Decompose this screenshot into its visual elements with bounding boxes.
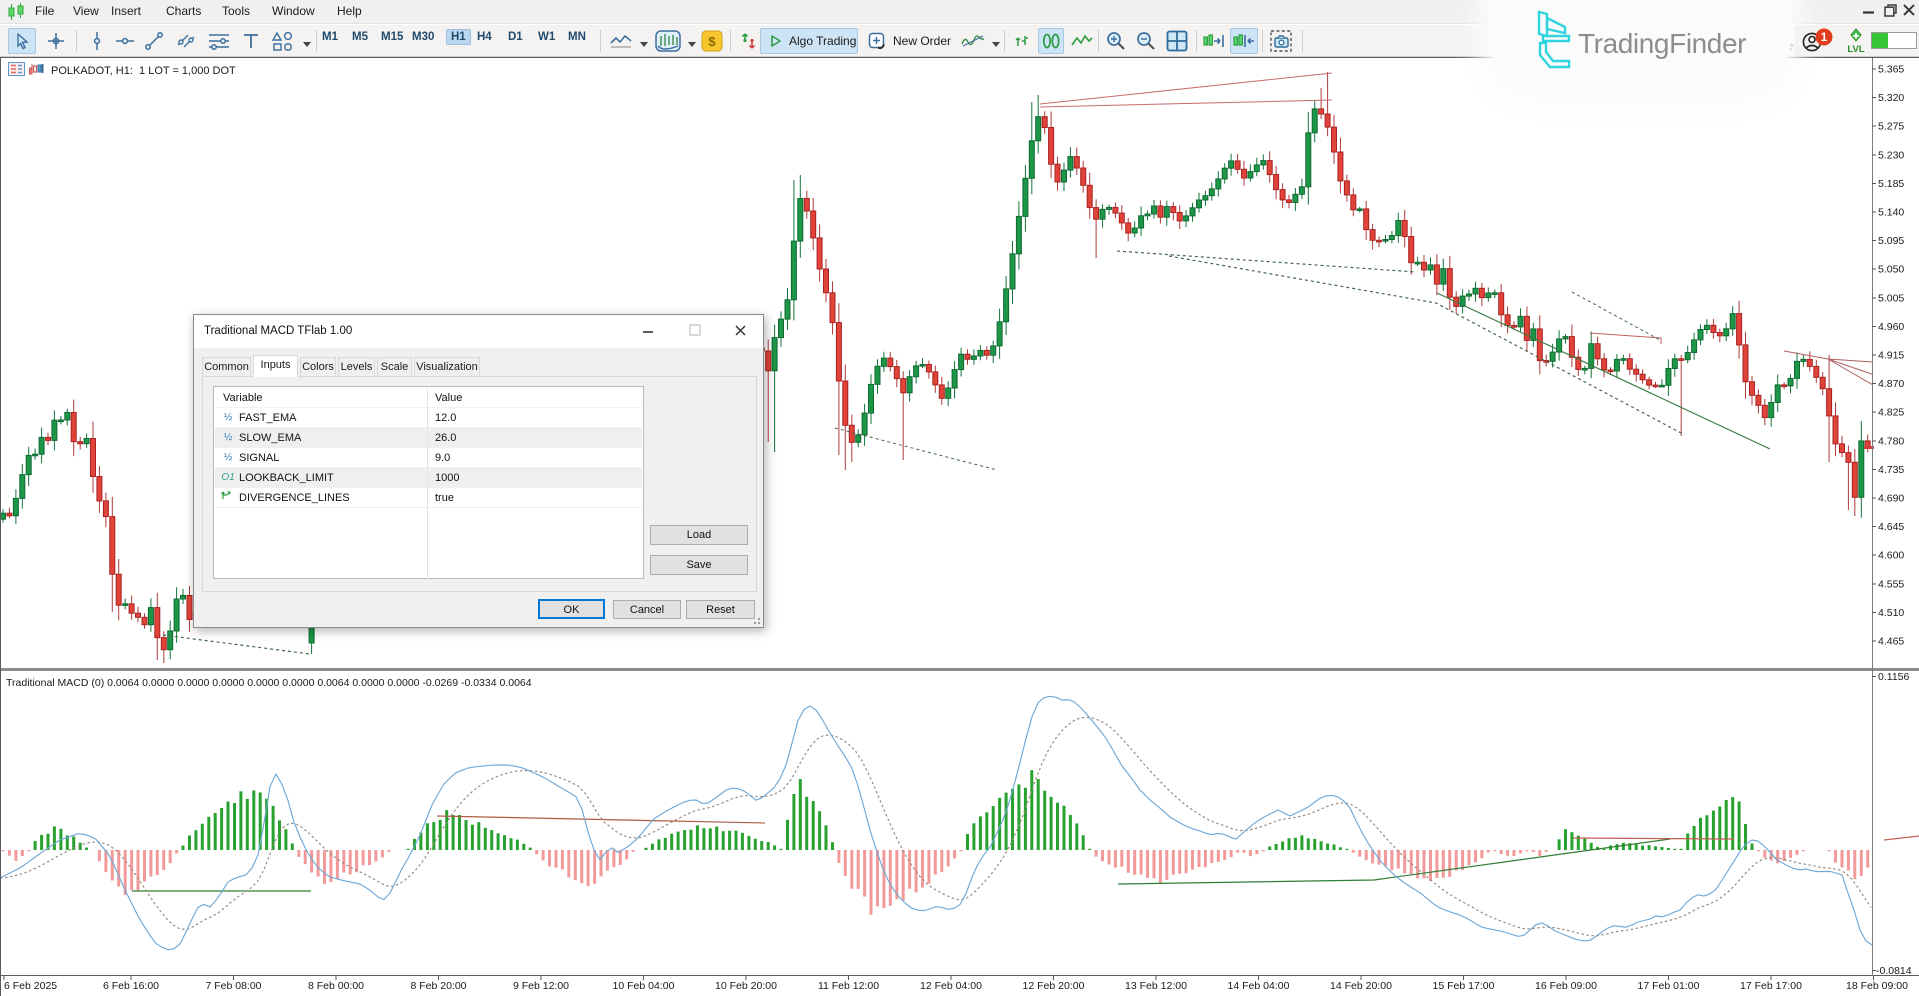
svg-text:10 Feb 04:00: 10 Feb 04:00 (613, 980, 675, 992)
svg-text:4.870: 4.870 (1878, 378, 1904, 390)
svg-text:Traditional MACD (0) 0.0064 0.: Traditional MACD (0) 0.0064 0.0000 0.000… (6, 677, 532, 689)
svg-text:$: $ (708, 34, 716, 49)
svg-text:4.645: 4.645 (1878, 521, 1904, 533)
svg-text:6 Feb 16:00: 6 Feb 16:00 (103, 980, 159, 992)
svg-text:11 Feb 12:00: 11 Feb 12:00 (818, 980, 879, 992)
svg-text:12 Feb 20:00: 12 Feb 20:00 (1023, 980, 1085, 992)
svg-text:16 Feb 09:00: 16 Feb 09:00 (1535, 980, 1597, 992)
svg-text:12 Feb 04:00: 12 Feb 04:00 (920, 980, 982, 992)
svg-text:-0.0814: -0.0814 (1876, 965, 1912, 977)
svg-text:5.365: 5.365 (1878, 64, 1904, 76)
svg-text:4.600: 4.600 (1878, 550, 1904, 562)
svg-text:6 Feb 2025: 6 Feb 2025 (4, 980, 57, 992)
svg-text:4.510: 4.510 (1878, 607, 1904, 619)
svg-text:LVL: LVL (1847, 44, 1864, 54)
svg-text:5.320: 5.320 (1878, 92, 1904, 104)
svg-text:4.960: 4.960 (1878, 321, 1904, 333)
svg-text:5.185: 5.185 (1878, 178, 1904, 190)
svg-text:5.140: 5.140 (1878, 207, 1904, 219)
svg-text:5.005: 5.005 (1878, 292, 1904, 304)
svg-text:5.095: 5.095 (1878, 235, 1904, 247)
svg-text:4.780: 4.780 (1878, 435, 1904, 447)
svg-text:4.555: 4.555 (1878, 578, 1904, 590)
svg-text:4.825: 4.825 (1878, 407, 1904, 419)
svg-text:4.735: 4.735 (1878, 464, 1904, 476)
svg-text:14 Feb 04:00: 14 Feb 04:00 (1228, 980, 1290, 992)
svg-text:8 Feb 00:00: 8 Feb 00:00 (308, 980, 364, 992)
svg-text:7 Feb 08:00: 7 Feb 08:00 (205, 980, 261, 992)
svg-text:4.690: 4.690 (1878, 493, 1904, 505)
svg-text:1: 1 (1821, 30, 1828, 44)
svg-text:8 Feb 20:00: 8 Feb 20:00 (410, 980, 466, 992)
svg-text:18 Feb 09:00: 18 Feb 09:00 (1846, 980, 1908, 992)
svg-text:10 Feb 20:00: 10 Feb 20:00 (715, 980, 777, 992)
svg-text:POLKADOT, H1: 1 LOT = 1,000 D: POLKADOT, H1: 1 LOT = 1,000 DOT (51, 65, 236, 77)
svg-text:4.915: 4.915 (1878, 350, 1904, 362)
svg-text:9 Feb 12:00: 9 Feb 12:00 (513, 980, 569, 992)
svg-text:0.1156: 0.1156 (1878, 671, 1909, 683)
svg-text:17 Feb 01:00: 17 Feb 01:00 (1638, 980, 1700, 992)
svg-text:13 Feb 12:00: 13 Feb 12:00 (1125, 980, 1187, 992)
svg-text:14 Feb 20:00: 14 Feb 20:00 (1330, 980, 1392, 992)
svg-text:5.275: 5.275 (1878, 121, 1904, 133)
svg-text:4.465: 4.465 (1878, 636, 1904, 648)
svg-text:5.230: 5.230 (1878, 149, 1904, 161)
svg-text:15 Feb 17:00: 15 Feb 17:00 (1433, 980, 1495, 992)
svg-text:5.050: 5.050 (1878, 264, 1904, 276)
svg-text:17 Feb 17:00: 17 Feb 17:00 (1740, 980, 1802, 992)
